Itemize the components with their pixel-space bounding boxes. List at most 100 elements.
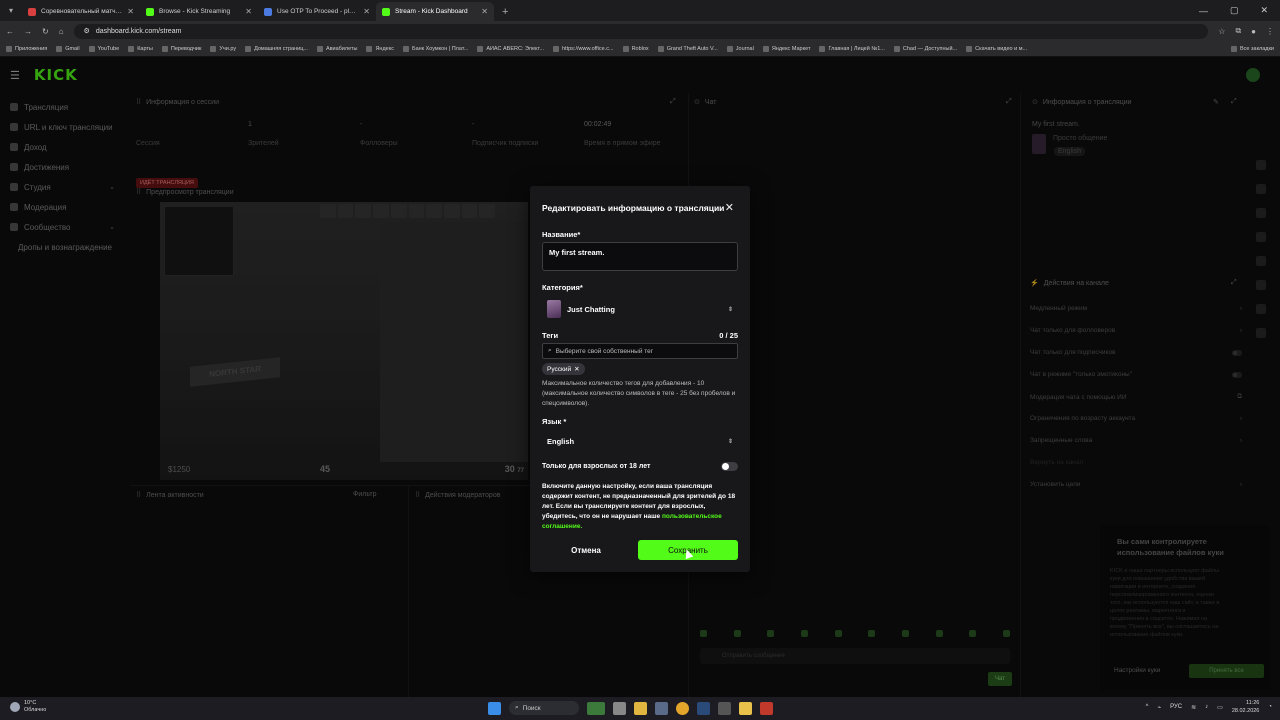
tags-label: Теги — [542, 331, 559, 340]
reload-icon[interactable]: ↻ — [42, 27, 49, 36]
bookmark-item[interactable]: Переводчик — [161, 45, 201, 52]
language-select[interactable]: English ⇕ — [542, 430, 738, 452]
profile-icon[interactable]: ● — [1251, 27, 1256, 36]
window-controls: — ▢ ✕ — [1199, 0, 1280, 21]
category-label: Категория* — [542, 283, 583, 292]
address-bar[interactable]: ⚙ dashboard.kick.com/stream — [73, 23, 1209, 39]
bookmark-icon — [402, 45, 409, 52]
bookmark-icon — [88, 45, 95, 52]
adult-content-toggle[interactable] — [721, 462, 738, 471]
forward-icon[interactable]: → — [24, 27, 32, 36]
back-icon[interactable]: ← — [6, 27, 14, 36]
file-explorer-icon[interactable] — [634, 701, 647, 715]
close-tab-icon[interactable]: ✕ — [127, 7, 134, 16]
windows-start-icon[interactable] — [488, 701, 501, 715]
bookmark-icon — [657, 45, 664, 52]
bookmarks-list: Приложения Gmail YouTube Карты Переводчик Учи… — [6, 45, 1027, 52]
close-window-icon[interactable]: ✕ — [1260, 5, 1268, 16]
bookmark-icon — [316, 45, 323, 52]
home-icon[interactable]: ⌂ — [59, 27, 64, 36]
maximize-icon[interactable]: ▢ — [1230, 5, 1239, 16]
bookmarks-bar: Приложения Gmail YouTube Карты Переводчик Учи… — [0, 41, 1280, 57]
app-icon[interactable] — [739, 701, 752, 715]
search-icon: ⌕ — [515, 704, 519, 711]
close-icon[interactable]: ✕ — [725, 201, 734, 214]
bookmark-icon — [477, 45, 484, 52]
search-icon: ⌕ — [548, 347, 552, 354]
all-bookmarks[interactable]: Все закладки — [1230, 45, 1274, 52]
url-text: dashboard.kick.com/stream — [95, 27, 182, 35]
tags-input[interactable]: ⌕ Выберите свой собственный тег — [542, 343, 738, 359]
bookmark-icon — [6, 45, 12, 52]
taskbar-search[interactable]: ⌕ Поиск — [509, 701, 579, 715]
battery-icon[interactable]: ▭ — [1217, 704, 1223, 711]
bookmark-item[interactable]: Домашняя страниц... — [245, 45, 308, 52]
bookmark-item[interactable]: https://www.office.c... — [553, 45, 614, 52]
bookmark-item[interactable]: YouTube — [88, 45, 119, 52]
close-tab-icon[interactable]: ✕ — [245, 7, 252, 16]
weather-widget[interactable]: 10°C Облачно — [10, 700, 46, 714]
browser-tab[interactable]: Stream - Kick Dashboard ✕ — [376, 2, 494, 21]
minimize-icon[interactable]: — — [1199, 6, 1208, 16]
bookmark-icon — [245, 45, 252, 52]
volume-icon[interactable]: ♪ — [1205, 704, 1208, 710]
bookmark-item[interactable]: Journal — [726, 45, 754, 52]
notifications-icon[interactable]: ◔ — [1268, 704, 1272, 710]
bookmark-item[interactable]: Банк Хоумкон | Плат... — [402, 45, 468, 52]
close-tab-icon[interactable]: ✕ — [481, 7, 488, 16]
bookmark-star-icon[interactable]: ☆ — [1218, 27, 1225, 36]
cloud-icon — [10, 702, 20, 712]
language-indicator[interactable]: РУС — [1170, 704, 1182, 710]
bookmark-item[interactable]: Grand Theft Auto V... — [657, 45, 718, 52]
bookmark-icon — [893, 45, 900, 52]
widgets-icon[interactable] — [587, 701, 605, 715]
tab-strip: Соревновательный матч FACEIT✕Browse - Ki… — [22, 2, 494, 21]
bookmark-item[interactable]: Roblox — [622, 45, 649, 52]
steam-icon[interactable] — [697, 701, 710, 715]
tab-search-icon[interactable]: ▾ — [0, 0, 22, 21]
bookmark-icon — [161, 45, 168, 52]
cancel-button[interactable]: Отмена — [542, 540, 630, 560]
bookmark-item[interactable]: Gmail — [56, 45, 80, 52]
browser-tab[interactable]: Browse - Kick Streaming ✕ — [140, 2, 258, 21]
taskbar-apps: ⌕ Поиск — [488, 701, 773, 715]
chrome-icon[interactable] — [676, 701, 689, 715]
bookmark-item[interactable]: Яндекс — [366, 45, 394, 52]
stream-title-input[interactable] — [542, 242, 738, 271]
bookmark-item[interactable]: Скачать видео и м... — [966, 45, 1027, 52]
bookmark-item[interactable]: Авиабилеты — [316, 45, 357, 52]
bookmark-icon — [553, 45, 559, 52]
category-select[interactable]: Just Chatting ⇕ — [542, 298, 738, 320]
bookmark-item[interactable]: АИАС ABERC: Элект... — [477, 45, 544, 52]
task-view-icon[interactable] — [613, 701, 626, 715]
brave-icon[interactable] — [760, 701, 773, 715]
bookmark-item[interactable]: Учи.ру — [210, 45, 236, 52]
browser-tab[interactable]: Use OTP To Proceed - playdig ✕ — [258, 2, 376, 21]
remove-tag-icon[interactable]: ✕ — [574, 365, 579, 373]
site-info-icon[interactable]: ⚙ — [84, 27, 90, 35]
address-toolbar: ← → ↻ ⌂ ⚙ dashboard.kick.com/stream ☆ ⧉ … — [0, 21, 1280, 41]
bookmark-item[interactable]: Приложения — [6, 45, 47, 52]
bookmark-icon — [622, 45, 629, 52]
extensions-icon[interactable]: ⧉ — [1235, 26, 1241, 36]
close-tab-icon[interactable]: ✕ — [363, 7, 370, 16]
clock[interactable]: 11:26 28.02.2026 — [1232, 699, 1260, 715]
system-tray: ^ ⌁ РУС ≋ ♪ ▭ 11:26 28.02.2026 ◔ — [1146, 699, 1272, 715]
bookmark-item[interactable]: Карты — [128, 45, 153, 52]
app-icon[interactable] — [718, 701, 731, 715]
bookmark-item[interactable]: Chad — Доступный... — [893, 45, 957, 52]
browser-menu-icon[interactable]: ⋮ — [1266, 27, 1274, 36]
language-label: Язык * — [542, 417, 567, 426]
bookmark-icon — [366, 45, 373, 52]
tags-counter: 0 / 25 — [719, 331, 738, 340]
calculator-icon[interactable] — [655, 701, 668, 715]
new-tab-button[interactable]: + — [494, 6, 516, 21]
browser-tab[interactable]: Соревновательный матч FACEIT✕ — [22, 2, 140, 21]
bookmark-item[interactable]: Главная | Лицей №1... — [819, 45, 885, 52]
bookmark-item[interactable]: Яндекс Маркет — [762, 45, 810, 52]
wifi-icon[interactable]: ≋ — [1191, 704, 1196, 711]
chevron-up-icon[interactable]: ^ — [1146, 704, 1149, 710]
tags-help-text: Максимальное количество тегов для добавл… — [542, 380, 736, 407]
network-icon[interactable]: ⌁ — [1158, 704, 1162, 711]
folder-icon — [1230, 45, 1237, 52]
